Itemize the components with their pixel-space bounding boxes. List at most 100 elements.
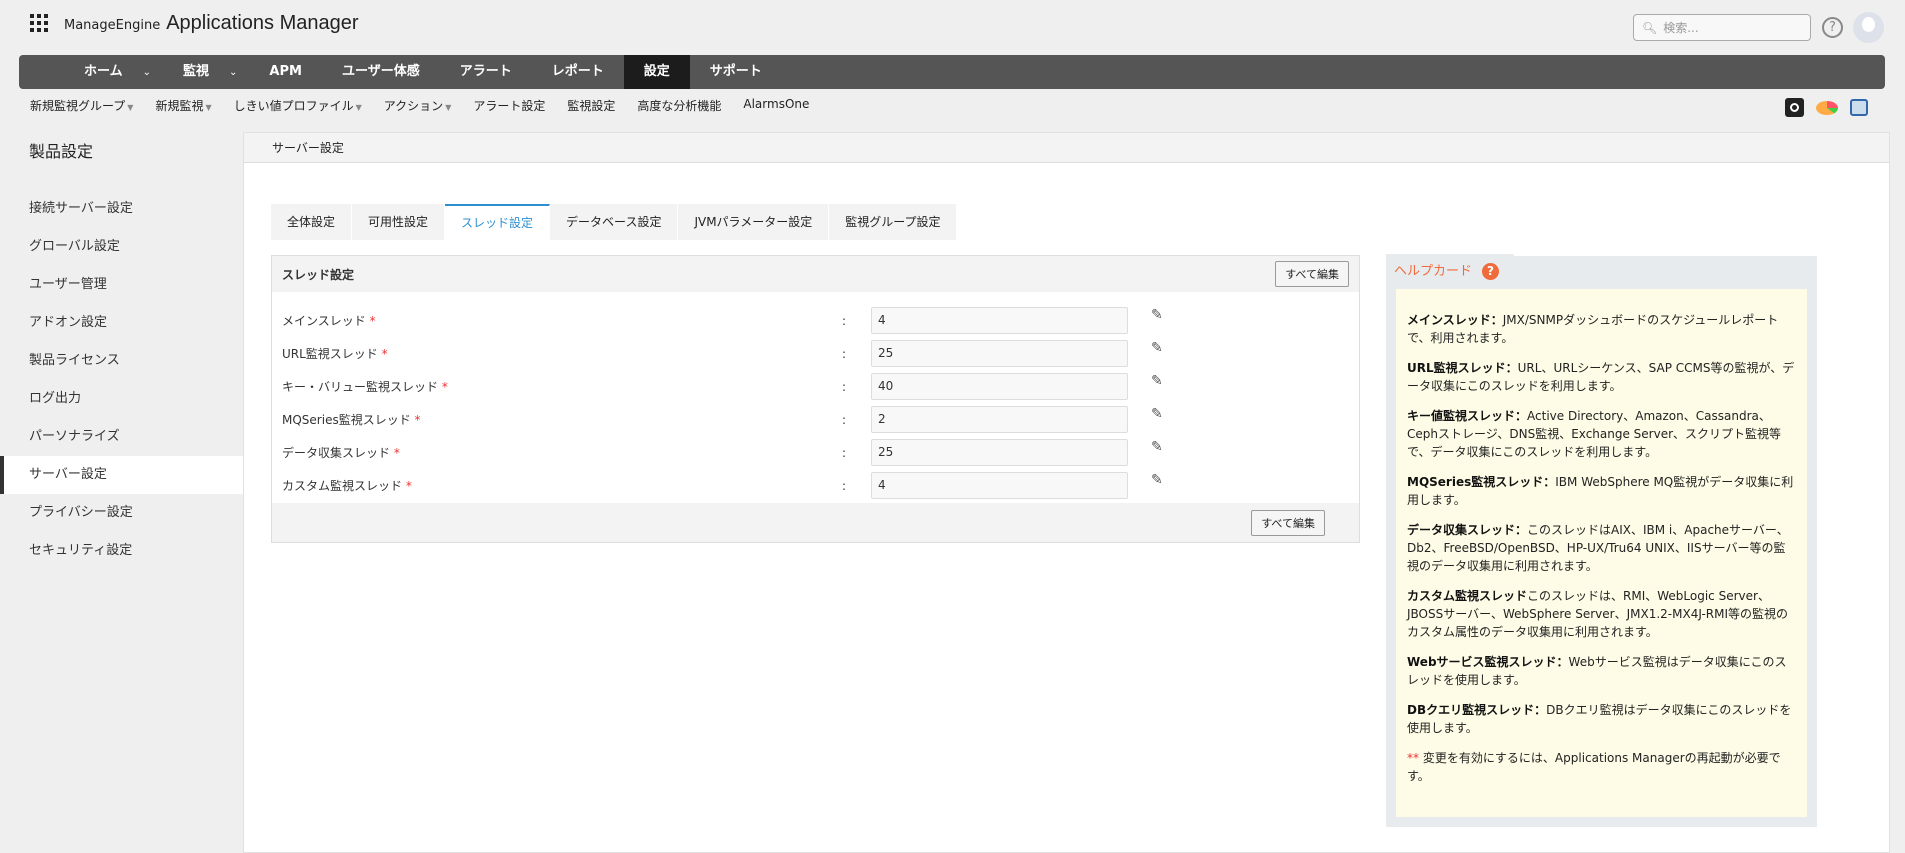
tab[interactable]: 全体設定 [271,204,353,240]
help-icon[interactable]: ? [1822,17,1843,38]
subnav-item[interactable]: 高度な分析機能 [637,97,721,114]
sidebar-item[interactable]: グローバル設定 [0,228,243,266]
nav-item[interactable]: APM [249,55,322,89]
nav-item[interactable]: ホーム [64,55,143,89]
tab[interactable]: JVMパラメーター設定 [678,204,830,240]
row-label: MQSeries監視スレッド * [282,411,421,428]
pencil-icon[interactable]: ✎ [1151,307,1163,323]
tab[interactable]: 監視グループ設定 [829,204,958,240]
avatar[interactable] [1853,12,1884,43]
row-label: カスタム監視スレッド * [282,477,412,494]
subnav-label: しきい値プロファイル [233,99,354,113]
subnav-item[interactable]: 新規監視グループ ▼ [30,97,133,114]
caret-down-icon: ▼ [355,103,362,112]
thread-row: データ収集スレッド *: 25 ✎ [272,436,1359,469]
note-mark: ** [1407,751,1419,765]
subnav-label: AlarmsOne [743,97,810,111]
subnav-label: 高度な分析機能 [637,99,722,113]
subnav-label: 新規監視 [155,99,204,113]
pie-chart-icon[interactable] [1816,100,1838,115]
sidebar-item[interactable]: パーソナライズ [0,418,243,456]
subnav-item[interactable]: アクション ▼ [384,97,452,114]
brand-name: ManageEngine [64,18,161,33]
toolbar-icons [1785,98,1868,117]
help-note: ** 変更を有効にするには、Applications Managerの再起動が必… [1407,749,1796,785]
caret-down-icon: ▼ [127,103,134,112]
pencil-icon[interactable]: ✎ [1151,406,1163,422]
pencil-icon[interactable]: ✎ [1151,472,1163,488]
thread-count-input[interactable]: 25 [871,340,1128,367]
required-mark: * [414,413,421,427]
edit-all-button-bottom[interactable]: すべて編集 [1251,509,1325,536]
thread-count-input[interactable]: 2 [871,406,1128,433]
required-mark: * [381,347,388,361]
help-entry: カスタム監視スレッドこのスレッドは、RMI、WebLogic Server、JB… [1407,587,1796,641]
colon: : [842,445,847,460]
subnav-label: アクション [383,99,444,113]
subnav-label: 監視設定 [567,99,616,113]
required-mark: * [393,446,400,460]
nav-item[interactable]: ユーザー体感 [322,55,440,89]
search-input[interactable]: 🔍︎ 検索... [1633,14,1811,41]
subnav-item[interactable]: しきい値プロファイル ▼ [234,97,362,114]
colon: : [842,379,847,394]
thread-count-input[interactable]: 40 [871,373,1128,400]
help-term: MQSeries監視スレッド： [1407,475,1556,489]
tab[interactable]: スレッド設定 [445,204,551,240]
subnav-item[interactable]: AlarmsOne [743,97,809,114]
note-text: 変更を有効にするには、Applications Managerの再起動が必要です… [1407,751,1781,783]
sidebar-item[interactable]: サーバー設定 [0,456,243,494]
thread-count-input[interactable]: 4 [871,472,1128,499]
label-text: MQSeries監視スレッド [282,413,411,427]
chevron-down-icon[interactable]: ⌄ [229,67,249,78]
row-label: キー・バリュー監視スレッド * [282,378,448,395]
subnav-item[interactable]: アラート設定 [473,97,545,114]
aperture-icon[interactable] [1785,98,1804,117]
tab[interactable]: データベース設定 [550,204,679,240]
label-text: URL監視スレッド [282,347,378,361]
sidebar-item[interactable]: 製品ライセンス [0,342,243,380]
nav-item[interactable]: レポート [532,55,624,89]
nav-item[interactable]: 監視 [163,55,229,89]
sidebar-item[interactable]: アドオン設定 [0,304,243,342]
required-mark: * [441,380,448,394]
sidebar-item[interactable]: セキュリティ設定 [0,532,243,570]
pencil-icon[interactable]: ✎ [1151,340,1163,356]
pencil-icon[interactable]: ✎ [1151,373,1163,389]
caret-down-icon: ▼ [445,103,452,112]
help-entry: Webサービス監視スレッド：Webサービス監視はデータ収集にこのスレッドを使用し… [1407,653,1796,689]
help-entry: DBクエリ監視スレッド：DBクエリ監視はデータ収集にこのスレッドを使用します。 [1407,701,1796,737]
tabs: 全体設定 可用性設定 スレッド設定 データベース設定 JVMパラメーター設定 監視グループ… [271,204,958,240]
pencil-icon[interactable]: ✎ [1151,439,1163,455]
edit-all-button[interactable]: すべて編集 [1275,261,1349,287]
question-icon: ? [1482,263,1500,280]
thread-row: キー・バリュー監視スレッド *: 40 ✎ [272,370,1359,403]
thread-count-input[interactable]: 25 [871,439,1128,466]
subnav-item[interactable]: 新規監視 ▼ [155,97,211,114]
main-panel: サーバー設定 全体設定 可用性設定 スレッド設定 データベース設定 JVMパラメーター設… [243,132,1890,853]
required-mark: * [369,314,376,328]
tab[interactable]: 可用性設定 [352,204,446,240]
nav-item[interactable]: 設定 [623,55,690,89]
app-title: Applications Manager [166,12,359,34]
help-card-title: ヘルプカード [1394,264,1473,279]
logo[interactable]: ManageEngine Applications Manager [64,12,359,35]
sidebar-item[interactable]: ログ出力 [0,380,243,418]
nav-item[interactable]: サポート [690,55,782,89]
help-term: Webサービス監視スレッド： [1407,655,1569,669]
colon: : [842,346,847,361]
nav-item[interactable]: アラート [440,55,532,89]
print-icon[interactable] [1850,99,1868,116]
app-launcher-icon[interactable] [30,14,48,32]
row-label: URL監視スレッド * [282,345,388,362]
subnav-item[interactable]: 監視設定 [567,97,615,114]
chevron-down-icon[interactable]: ⌄ [143,67,163,78]
sidebar-item[interactable]: プライバシー設定 [0,494,243,532]
sidebar-item[interactable]: ユーザー管理 [0,266,243,304]
section-title: スレッド設定 [282,267,355,282]
label-text: データ収集スレッド [282,446,391,460]
help-entry: データ収集スレッド：このスレッドはAIX、IBM i、Apacheサーバー、Db… [1407,521,1796,575]
thread-count-input[interactable]: 4 [871,307,1128,334]
sidebar: 製品設定 接続サーバー設定 グローバル設定 ユーザー管理 アドオン設定 製品ライセンスロ… [0,130,243,570]
sidebar-item[interactable]: 接続サーバー設定 [0,190,243,228]
